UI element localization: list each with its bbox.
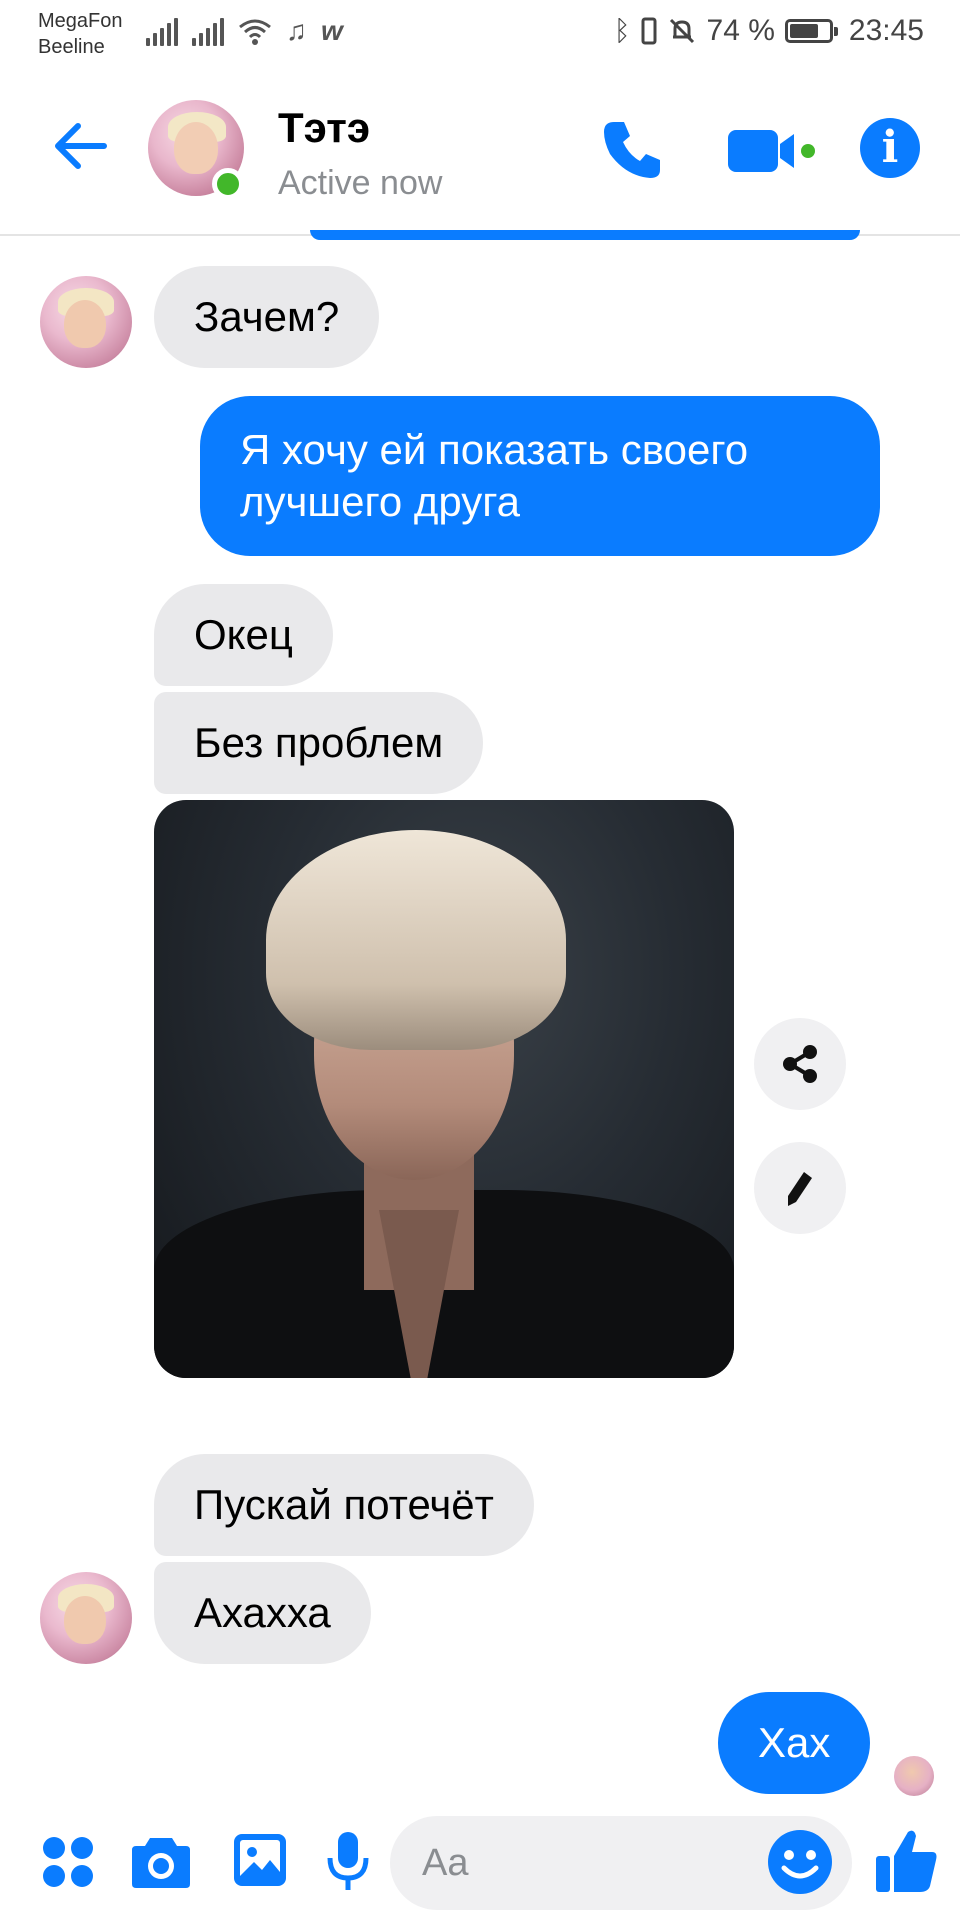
- battery-fill: [789, 24, 819, 38]
- contact-avatar-small[interactable]: [40, 276, 132, 368]
- music-note-icon: ♫: [286, 15, 307, 46]
- signal-2-icon: [192, 18, 224, 46]
- carrier-1: MegaFon: [38, 10, 123, 32]
- edit-pencil-icon: [788, 1172, 812, 1206]
- status-right: ᛒ 74 % 23:45: [614, 14, 924, 48]
- conversation-header: Тэтэ Active now i: [0, 64, 960, 236]
- info-icon[interactable]: i: [860, 118, 920, 178]
- bluetooth-icon: ᛒ: [613, 15, 631, 46]
- message-text: Хах: [758, 1719, 831, 1766]
- carrier-info: MegaFon Beeline: [38, 8, 123, 60]
- incoming-message[interactable]: Окец: [154, 584, 333, 686]
- carrier-2: Beeline: [38, 36, 105, 58]
- avatar-face: [64, 1596, 106, 1644]
- bell-muted-icon: [669, 18, 694, 44]
- message-text: Без проблем: [194, 719, 444, 766]
- microphone-icon[interactable]: [326, 1830, 370, 1894]
- outgoing-message[interactable]: Я хочу ей показать своего лучшего друга: [200, 396, 880, 556]
- message-text: Окец: [194, 611, 293, 658]
- online-indicator: [212, 168, 244, 200]
- clock: 23:45: [848, 14, 924, 47]
- apps-grid-icon[interactable]: [42, 1836, 94, 1888]
- signal-1-icon: [146, 18, 178, 46]
- contact-name[interactable]: Тэтэ: [278, 104, 370, 152]
- emoji-icon[interactable]: [766, 1828, 834, 1896]
- battery-icon: [784, 19, 838, 43]
- avatar-face: [174, 122, 218, 174]
- vibrate-icon: [641, 17, 657, 45]
- incoming-message[interactable]: Ахахха: [154, 1562, 371, 1664]
- message-text: Зачем?: [194, 293, 340, 340]
- gallery-icon[interactable]: [232, 1832, 288, 1890]
- seen-indicator-avatar: [894, 1756, 934, 1796]
- app-w-icon: w: [321, 15, 343, 46]
- phone-icon[interactable]: [600, 116, 666, 182]
- thumbs-up-icon[interactable]: [874, 1826, 940, 1896]
- battery-percent: 74 %: [706, 14, 775, 47]
- outgoing-message[interactable]: Хах: [718, 1692, 871, 1794]
- message-text: Ахахха: [194, 1589, 331, 1636]
- edit-button[interactable]: [754, 1142, 846, 1234]
- video-camera-icon[interactable]: [726, 126, 816, 176]
- camera-icon[interactable]: [130, 1834, 192, 1890]
- contact-avatar-small[interactable]: [40, 1572, 132, 1664]
- back-arrow-icon[interactable]: [50, 116, 110, 176]
- previous-message-bubble-partial: [310, 230, 860, 240]
- contact-status: Active now: [278, 164, 443, 202]
- status-bar: MegaFon Beeline ♫ w ᛒ 74 % 23:45: [0, 0, 960, 64]
- message-text-line-1: Я хочу ей показать своего: [240, 426, 749, 473]
- status-left-icons: ♫ w: [146, 16, 343, 46]
- message-text-line-2: лучшего друга: [240, 478, 521, 525]
- incoming-message[interactable]: Без проблем: [154, 692, 484, 794]
- message-composer: [0, 1816, 960, 1920]
- incoming-message[interactable]: Пускай потечёт: [154, 1454, 534, 1556]
- photo-attachment[interactable]: [154, 800, 734, 1378]
- share-icon: [783, 1045, 817, 1083]
- share-button[interactable]: [754, 1018, 846, 1110]
- message-text: Пускай потечёт: [194, 1481, 494, 1528]
- incoming-message[interactable]: Зачем?: [154, 266, 380, 368]
- avatar-face: [64, 300, 106, 348]
- wifi-icon: [239, 19, 271, 45]
- photo-shape: [266, 830, 566, 1050]
